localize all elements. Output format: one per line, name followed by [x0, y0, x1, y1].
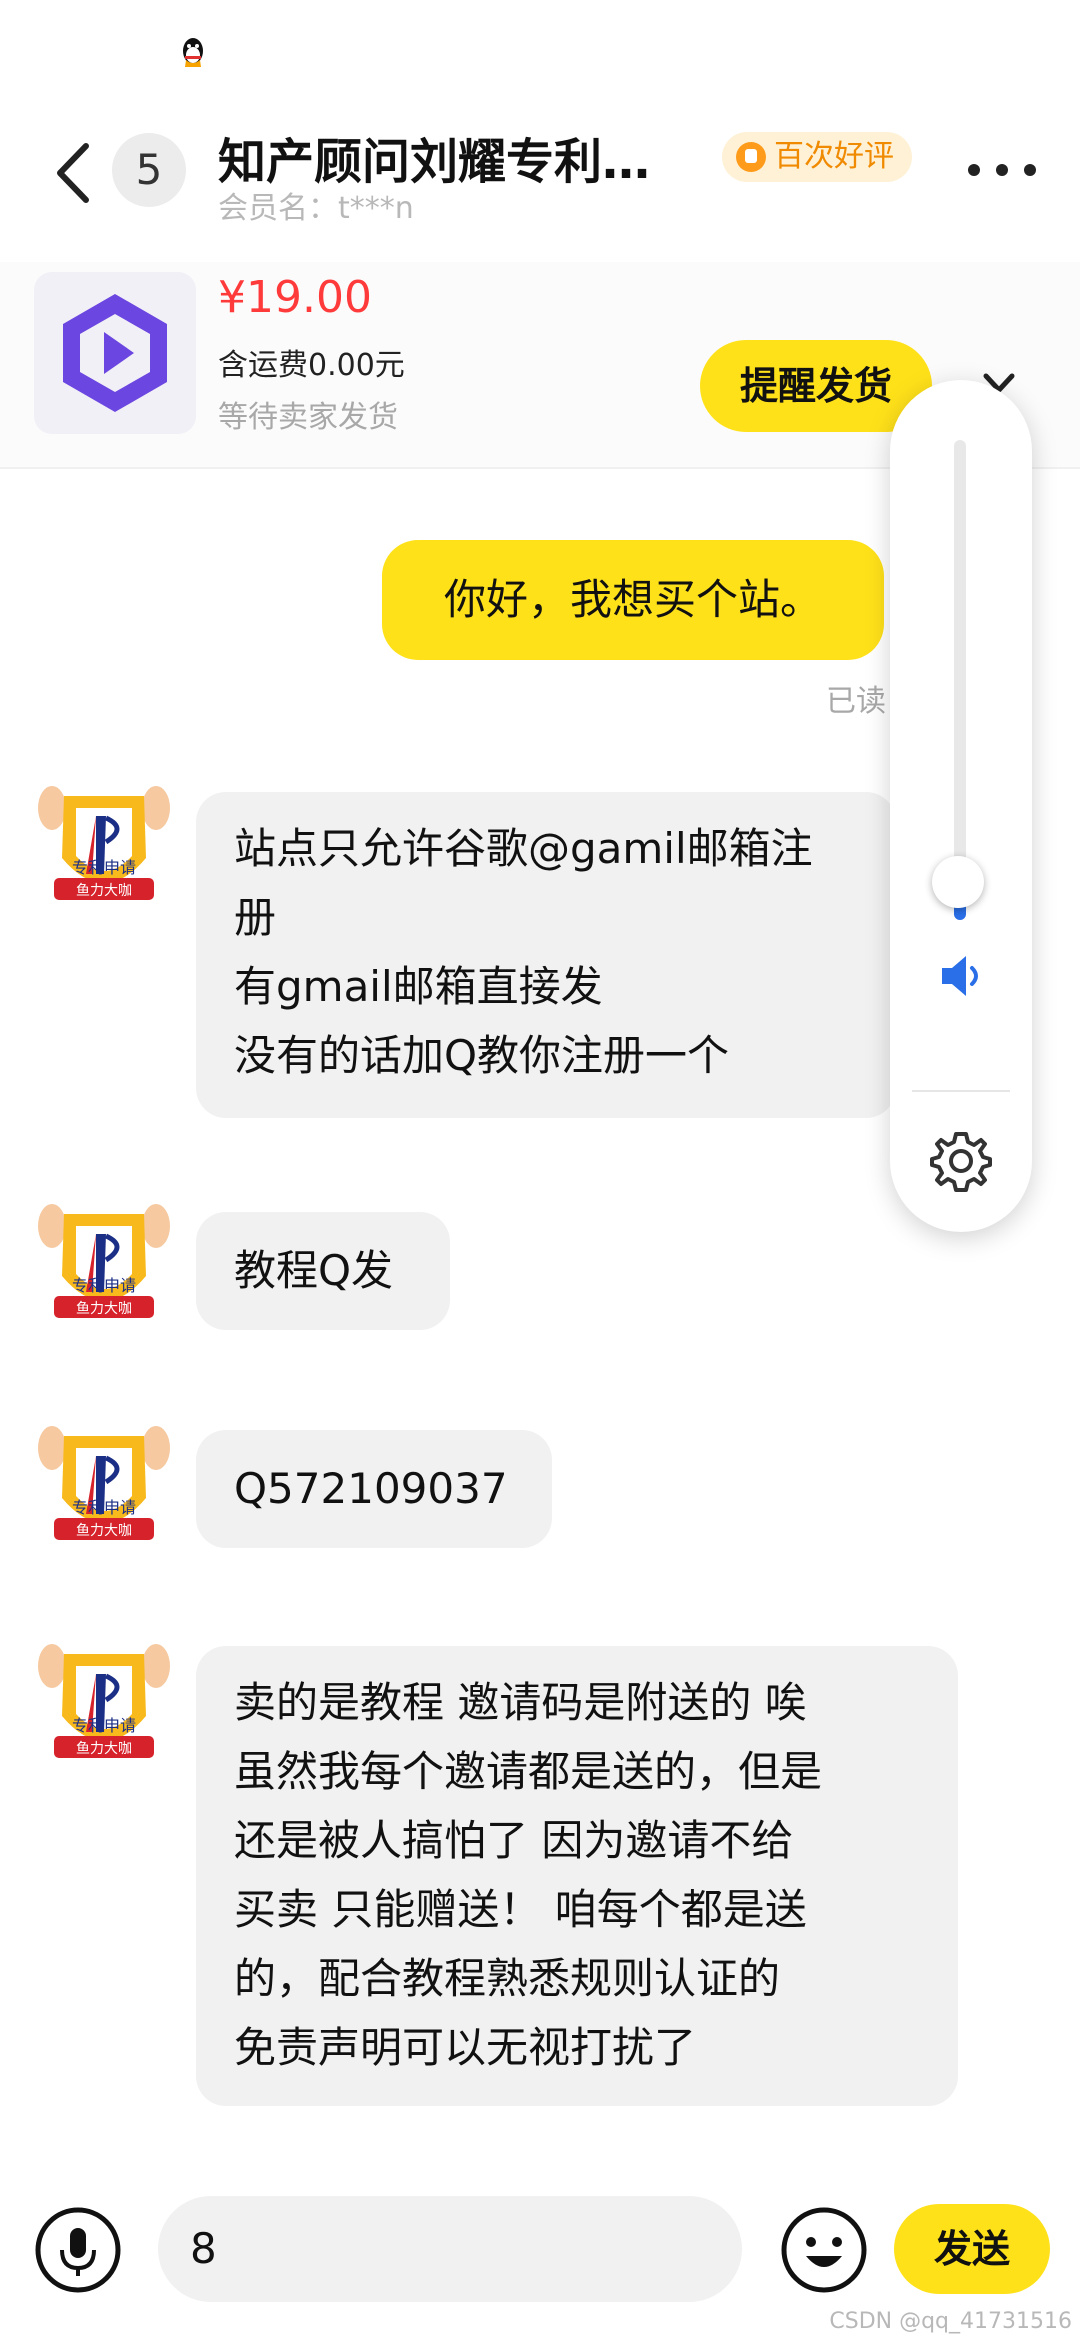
divider: [912, 1090, 1010, 1092]
message-line: 还是被人搞怕了 因为邀请不给: [234, 1816, 794, 1865]
incoming-message[interactable]: 站点只允许谷歌@gamil邮箱注 册 有gmail邮箱直接发 没有的话加Q教你注…: [196, 792, 896, 1118]
svg-text:专利申请: 专利申请: [72, 1276, 136, 1295]
seller-avatar[interactable]: 专利申请 鱼力大咖: [34, 1636, 174, 1776]
chat-title[interactable]: 知产顾问刘耀专利…: [218, 122, 698, 192]
more-dot-icon: [1024, 164, 1036, 176]
speaker-icon[interactable]: [936, 952, 988, 1000]
message-line: 册: [234, 893, 277, 942]
seller-avatar[interactable]: 专利申请 鱼力大咖: [34, 1196, 174, 1336]
volume-panel: [890, 380, 1032, 1232]
gear-icon[interactable]: [928, 1128, 994, 1194]
badge-label: 百次好评: [774, 139, 894, 174]
order-price: ¥19.00: [218, 272, 372, 323]
incoming-message[interactable]: 卖的是教程 邀请码是附送的 唉 虽然我每个邀请都是送的，但是 还是被人搞怕了 因…: [196, 1646, 958, 2106]
more-dot-icon: [968, 164, 980, 176]
unread-count-badge: 5: [112, 133, 186, 207]
message-input[interactable]: 8: [158, 2196, 742, 2302]
more-dot-icon: [996, 164, 1008, 176]
svg-text:鱼力大咖: 鱼力大咖: [76, 1740, 132, 1757]
send-button[interactable]: 发送: [894, 2204, 1050, 2294]
svg-text:专利申请: 专利申请: [72, 1716, 136, 1735]
good-review-badge: 百次好评: [722, 132, 912, 182]
svg-text:专利申请: 专利申请: [72, 858, 136, 877]
message-line: 有gmail邮箱直接发: [234, 962, 603, 1011]
more-options-button[interactable]: [966, 150, 1038, 190]
order-shipping: 含运费0.00元: [218, 348, 405, 383]
outgoing-message[interactable]: 你好，我想买个站。: [382, 540, 884, 660]
message-line: 卖的是教程 邀请码是附送的 唉: [234, 1678, 807, 1727]
seller-avatar[interactable]: 专利申请 鱼力大咖: [34, 1418, 174, 1558]
seller-avatar[interactable]: 专利申请 鱼力大咖: [34, 778, 174, 918]
medal-icon: [736, 142, 766, 172]
status-bar: [0, 0, 1080, 100]
message-line: 买卖 只能赠送！ 咱每个都是送: [234, 1885, 807, 1934]
qq-penguin-icon: [183, 38, 203, 67]
svg-text:鱼力大咖: 鱼力大咖: [76, 882, 132, 899]
message-line: 没有的话加Q教你注册一个: [234, 1031, 730, 1080]
volume-slider-track[interactable]: [954, 440, 966, 920]
incoming-message[interactable]: 教程Q发: [196, 1212, 450, 1330]
back-arrow-icon[interactable]: [46, 138, 102, 208]
incoming-message[interactable]: Q572109037: [196, 1430, 552, 1548]
order-status: 等待卖家发货: [218, 400, 398, 435]
emoji-icon[interactable]: [780, 2206, 868, 2294]
member-name: 会员名：t***n: [218, 191, 414, 226]
volume-slider-knob[interactable]: [932, 856, 984, 908]
svg-text:鱼力大咖: 鱼力大咖: [76, 1522, 132, 1539]
message-line: 的，配合教程熟悉规则认证的: [234, 1954, 781, 2003]
read-receipt: 已读: [826, 684, 886, 719]
product-thumbnail-icon[interactable]: [34, 272, 196, 434]
svg-text:鱼力大咖: 鱼力大咖: [76, 1300, 132, 1317]
message-line: 免责声明可以无视打扰了: [234, 2023, 697, 2072]
message-line: 站点只允许谷歌@gamil邮箱注: [234, 824, 813, 873]
microphone-icon[interactable]: [34, 2206, 122, 2294]
watermark: CSDN @qq_41731516: [829, 2309, 1072, 2334]
message-line: 虽然我每个邀请都是送的，但是: [234, 1747, 823, 1796]
svg-text:专利申请: 专利申请: [72, 1498, 136, 1517]
